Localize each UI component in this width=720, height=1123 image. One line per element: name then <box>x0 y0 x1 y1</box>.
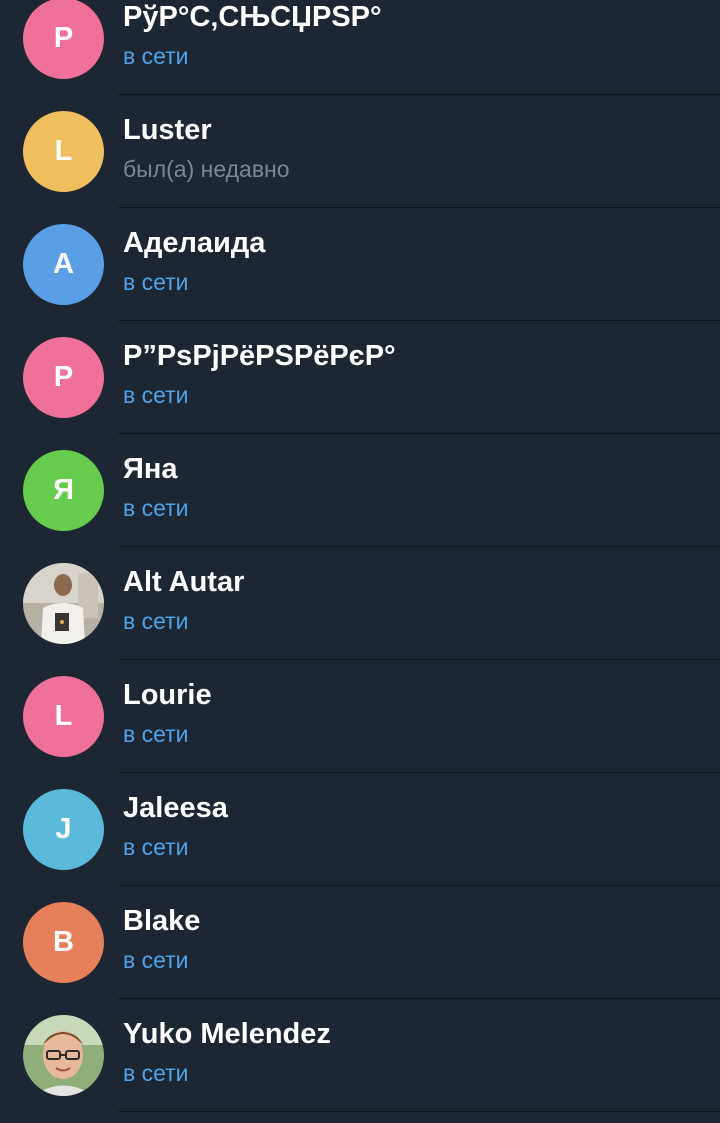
contact-row[interactable]: A Аделаида в сети <box>0 208 720 321</box>
contact-status: в сети <box>123 947 189 973</box>
avatar-letter: P <box>53 361 74 393</box>
contact-row[interactable]: Yuko Melendez в сети <box>0 999 720 1112</box>
contact-name: Jaleesa <box>123 792 228 824</box>
contact-status: в сети <box>123 43 189 69</box>
contact-status: в сети <box>123 269 189 295</box>
contact-row[interactable]: L Lourie в сети <box>0 660 720 773</box>
avatar-letter: B <box>53 926 74 958</box>
avatar: A <box>23 224 104 305</box>
avatar: J <box>23 789 104 870</box>
avatar-letter: P <box>53 22 74 54</box>
contact-row[interactable]: Alt Autar в сети <box>0 547 720 660</box>
avatar: Я <box>23 450 104 531</box>
user-photo-icon <box>23 1015 104 1096</box>
avatar-letter: L <box>54 700 73 732</box>
contact-list: P РўР°С‚СЊСЏРЅР° в сети L Luster был(а) … <box>0 0 720 1112</box>
contact-name: Yuko Melendez <box>123 1018 331 1050</box>
contact-status: был(а) недавно <box>123 156 290 182</box>
divider <box>118 1111 720 1112</box>
avatar: B <box>23 902 104 983</box>
contact-row[interactable]: L Luster был(а) недавно <box>0 95 720 208</box>
user-photo-icon <box>23 563 104 644</box>
contact-row[interactable]: P РўР°С‚СЊСЏРЅР° в сети <box>0 0 720 95</box>
contact-name: Blake <box>123 905 201 937</box>
contact-row[interactable]: Я Яна в сети <box>0 434 720 547</box>
contact-row[interactable]: J Jaleesa в сети <box>0 773 720 886</box>
contact-status: в сети <box>123 382 189 408</box>
avatar: P <box>23 0 104 79</box>
contact-status: в сети <box>123 495 189 521</box>
contact-status: в сети <box>123 1060 189 1086</box>
contact-status: в сети <box>123 608 189 634</box>
avatar-letter: L <box>54 135 73 167</box>
avatar: P <box>23 337 104 418</box>
contact-status: в сети <box>123 834 189 860</box>
contact-name: РўР°С‚СЊСЏРЅР° <box>123 1 382 33</box>
avatar-letter: A <box>53 248 74 280</box>
avatar-letter: Я <box>53 474 74 506</box>
contact-name: Яна <box>123 453 178 485</box>
contact-name: Р”РѕРјРёРЅРёРєР° <box>123 340 396 372</box>
avatar: L <box>23 676 104 757</box>
contact-name: Аделаида <box>123 227 266 259</box>
avatar-letter: J <box>55 813 72 845</box>
avatar: L <box>23 111 104 192</box>
contact-status: в сети <box>123 721 189 747</box>
contact-name: Luster <box>123 114 212 146</box>
contact-name: Lourie <box>123 679 212 711</box>
contact-row[interactable]: B Blake в сети <box>0 886 720 999</box>
contact-name: Alt Autar <box>123 566 245 598</box>
contact-row[interactable]: P Р”РѕРјРёРЅРёРєР° в сети <box>0 321 720 434</box>
